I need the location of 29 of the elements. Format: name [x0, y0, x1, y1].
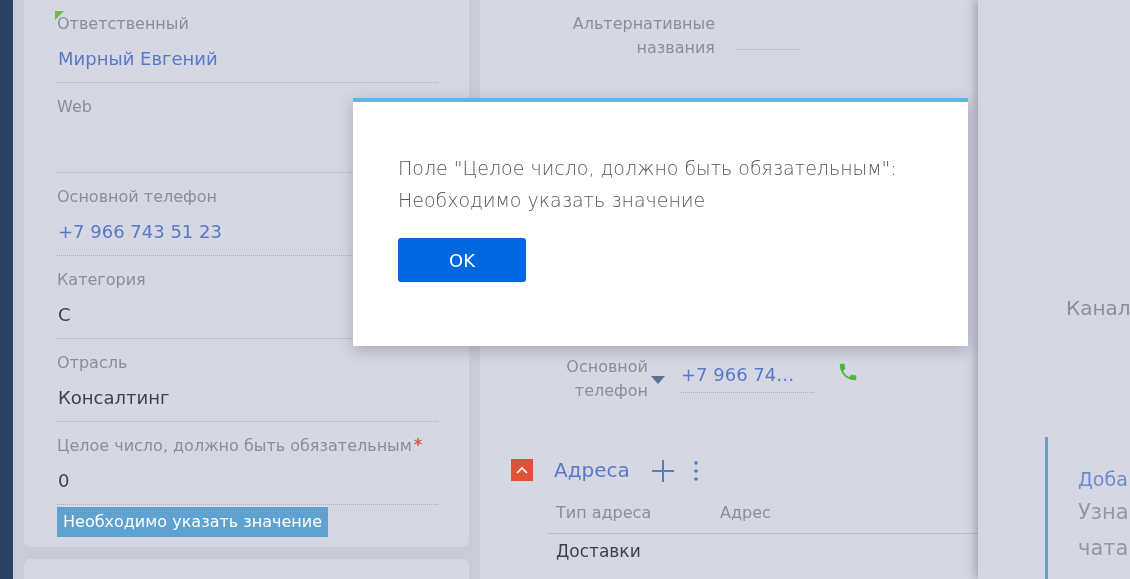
- field-value: С: [57, 303, 71, 327]
- section-title: Канал: [1066, 295, 1130, 322]
- field-value: 0: [57, 469, 70, 493]
- field-value: Консалтинг: [57, 386, 170, 410]
- field-label: Основной телефон: [565, 356, 648, 402]
- column-header: Адрес: [720, 502, 771, 524]
- column-header: Тип адреса: [556, 502, 653, 524]
- phone-link[interactable]: +7 966 74…: [681, 355, 814, 393]
- dialog-message: Поле "Целое число, должно быть обязательным": Необходимо указать значение: [398, 156, 898, 213]
- error-message: Необходимо указать значение: [57, 507, 329, 537]
- field-label: Основной телефон: [57, 186, 217, 208]
- table-cell-text: Доставки: [555, 540, 642, 563]
- tip-text: Узна: [1078, 498, 1130, 526]
- more-icon[interactable]: [693, 458, 698, 482]
- field-link[interactable]: Мирный Евгений: [57, 46, 218, 72]
- field-label: Категория: [57, 269, 146, 291]
- add-icon[interactable]: [651, 458, 674, 482]
- field-label: Целое число, должно быть обязательным: [57, 435, 412, 457]
- field-label: Ответственный: [57, 13, 189, 35]
- field-label: Отрасль: [57, 352, 128, 374]
- collapse-button[interactable]: [511, 459, 533, 481]
- tip-text: чата: [1078, 534, 1130, 562]
- tip-title: Доба: [1078, 467, 1129, 492]
- field-label: Альтернативные названия: [571, 13, 715, 59]
- ok-button[interactable]: OK: [398, 238, 526, 282]
- section-title[interactable]: Адреса: [554, 455, 630, 485]
- chevron-up-icon: [516, 466, 528, 474]
- field-link[interactable]: +7 966 743 51 23: [57, 219, 222, 245]
- field-label: Web: [57, 96, 92, 118]
